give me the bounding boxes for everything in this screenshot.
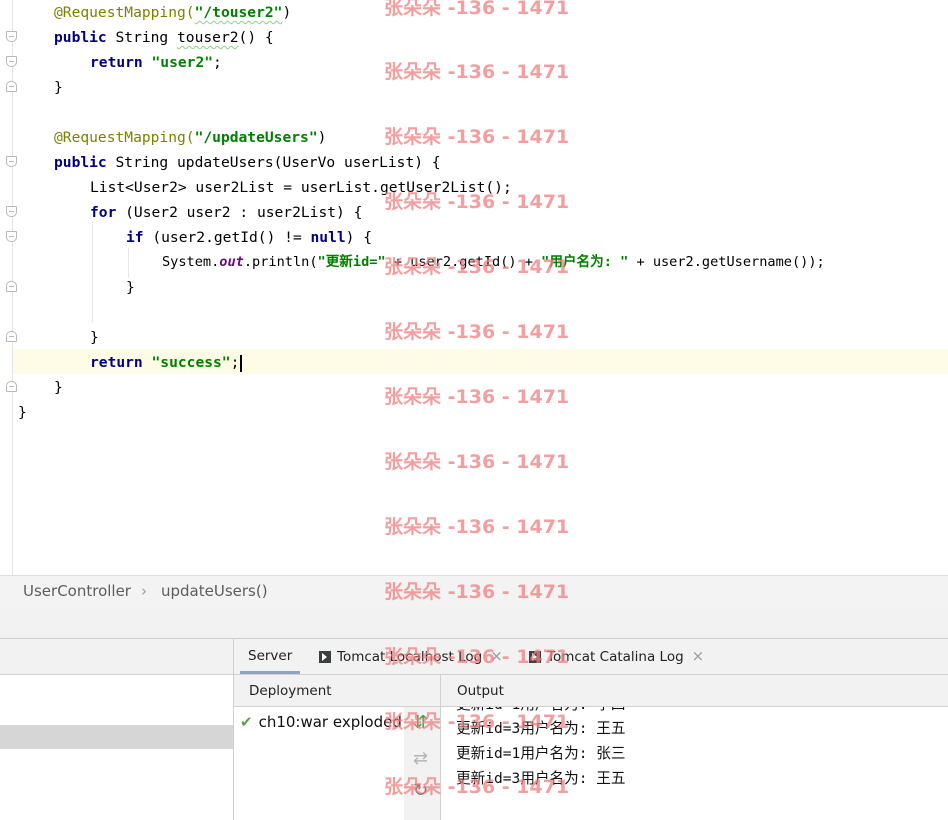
output-line: 更新id=3用户名为: 王五 xyxy=(456,720,626,737)
close-icon[interactable]: × xyxy=(692,647,705,665)
code-line-6: @RequestMapping("/updateUsers") xyxy=(54,129,327,146)
code-line-15: return "success"; xyxy=(90,350,243,375)
code-line-8: List<User2> user2List = userList.getUser… xyxy=(90,179,512,196)
output-panel[interactable]: Output 更新id=1用户名为: 李四 更新id=3用户名为: 王五 更新i… xyxy=(441,675,948,820)
code-editor[interactable]: @RequestMapping("/touser2") public Strin… xyxy=(0,0,948,575)
fold-marker-icon[interactable] xyxy=(6,31,17,42)
fold-marker-icon[interactable] xyxy=(6,206,17,217)
fold-marker-icon[interactable] xyxy=(6,81,17,92)
services-tree-selected-row[interactable] xyxy=(0,725,233,749)
code-line-9: for (User2 user2 : user2List) { xyxy=(90,204,363,221)
fold-marker-icon[interactable] xyxy=(6,56,17,67)
tab-tomcat-localhost-log[interactable]: Tomcat Localhost Log × xyxy=(319,639,503,674)
breadcrumb: UserController › updateUsers() xyxy=(0,575,948,607)
check-icon: ✔ xyxy=(240,713,253,731)
code-line-14: } xyxy=(90,329,99,346)
code-line-17: } xyxy=(18,404,27,421)
update-icon[interactable]: ⇄ xyxy=(413,749,428,769)
code-line-3: return "user2"; xyxy=(90,54,222,71)
output-line: 更新id=3用户名为: 王五 xyxy=(456,770,626,787)
breadcrumb-separator: › xyxy=(141,582,147,600)
text-caret xyxy=(240,354,243,372)
services-tabs: Server Tomcat Localhost Log × Tomcat Cata… xyxy=(234,639,948,675)
deployment-panel: Deployment ✔ ch10:war exploded ⇵ ⇄ ↻ xyxy=(234,675,441,820)
fold-marker-icon[interactable] xyxy=(6,231,17,242)
fold-marker-icon[interactable] xyxy=(6,281,17,292)
tool-window-header xyxy=(0,606,948,639)
deployment-toolbar: ⇵ ⇄ ↻ xyxy=(404,707,440,820)
restart-icon[interactable]: ↻ xyxy=(413,781,428,801)
code-line-7: public String updateUsers(UserVo userLis… xyxy=(54,154,441,171)
close-icon[interactable]: × xyxy=(490,647,503,665)
deployment-item[interactable]: ✔ ch10:war exploded xyxy=(240,711,402,733)
output-line: 更新id=1用户名为: 张三 xyxy=(456,745,626,762)
breadcrumb-item-method[interactable]: updateUsers() xyxy=(161,576,268,606)
code-line-10: if (user2.getId() != null) { xyxy=(126,229,373,246)
redeploy-icon[interactable]: ⇵ xyxy=(413,713,428,733)
services-tree-panel[interactable] xyxy=(0,639,234,820)
indent-guide xyxy=(92,222,93,322)
code-line-12: } xyxy=(126,279,135,296)
code-line-11: System.out.println("更新id=" + user2.getId… xyxy=(162,254,825,270)
log-tab-icon xyxy=(319,651,331,663)
output-header: Output xyxy=(441,675,948,707)
fold-marker-icon[interactable] xyxy=(6,156,17,167)
log-tab-icon xyxy=(529,651,541,663)
services-tree-toolbar xyxy=(0,639,233,675)
code-line-4: } xyxy=(54,79,63,96)
fold-marker-icon[interactable] xyxy=(6,331,17,342)
code-line-2: public String touser2() { xyxy=(54,29,274,46)
tab-tomcat-catalina-log[interactable]: Tomcat Catalina Log × xyxy=(529,639,704,674)
breadcrumb-item-class[interactable]: UserController xyxy=(23,576,131,606)
fold-marker-icon[interactable] xyxy=(6,381,17,392)
indent-guide xyxy=(128,248,129,278)
deployment-header: Deployment xyxy=(234,675,440,707)
tab-server[interactable]: Server xyxy=(240,639,301,674)
code-line-1: @RequestMapping("/touser2") xyxy=(54,4,292,21)
code-line-16: } xyxy=(54,379,63,396)
